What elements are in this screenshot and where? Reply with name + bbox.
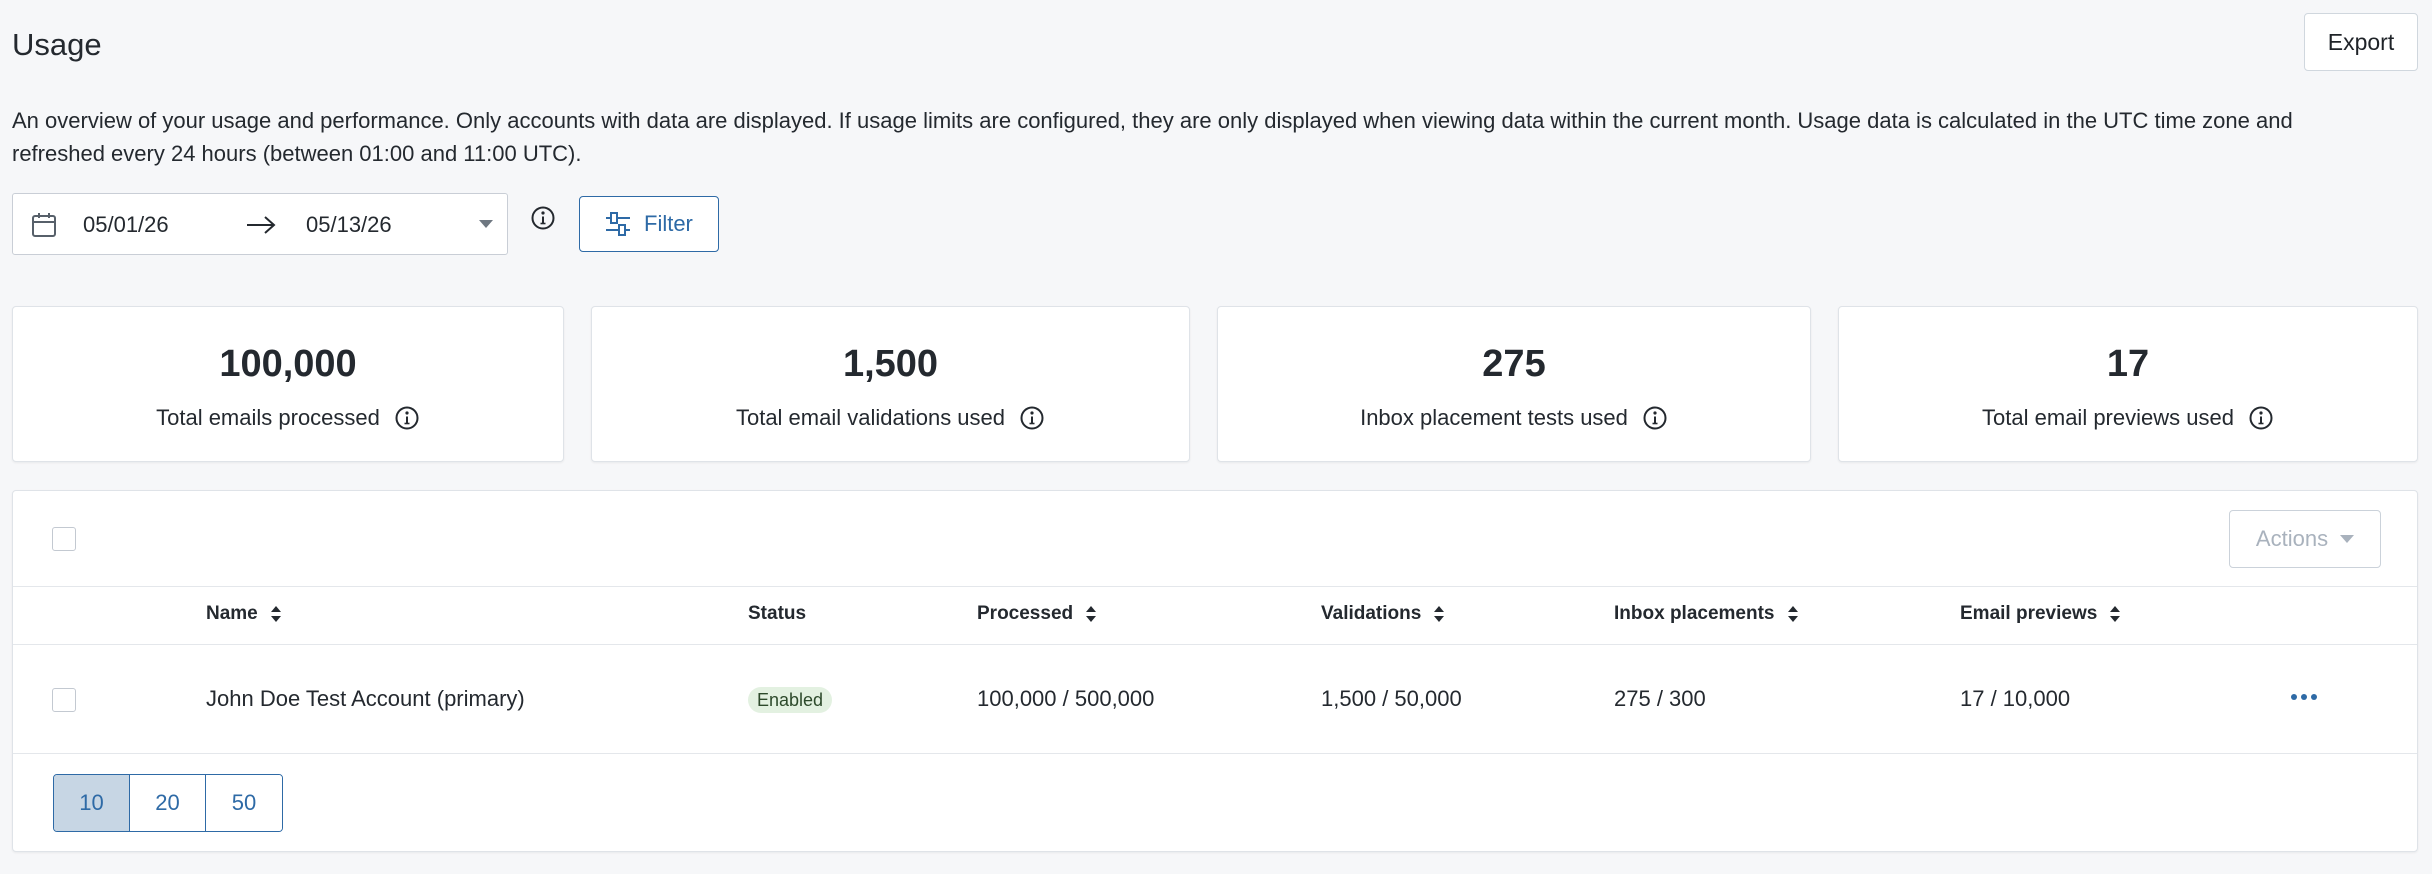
stat-label: Total email previews used	[1982, 405, 2234, 430]
email-previews-value: 17 / 10,000	[1960, 686, 2071, 711]
column-header-label: Validations	[1321, 603, 1422, 624]
chevron-down-icon	[2340, 535, 2355, 543]
chevron-down-icon[interactable]	[479, 220, 493, 228]
export-button[interactable]: Export	[2304, 13, 2418, 71]
validations-value: 1,500 / 50,000	[1321, 686, 1462, 711]
info-icon[interactable]	[1642, 405, 1668, 431]
status-badge: Enabled	[748, 687, 833, 713]
divider	[13, 644, 2417, 645]
sort-icon	[1434, 606, 1445, 622]
stat-label-row: Total email previews used	[1839, 405, 2417, 431]
column-header-label: Processed	[977, 603, 1074, 624]
actions-button[interactable]: Actions	[2229, 510, 2381, 568]
filter-button[interactable]: Filter	[579, 196, 719, 252]
stat-label: Total email validations used	[735, 405, 1006, 430]
more-options-icon[interactable]	[2289, 691, 2319, 703]
page-description: An overview of your usage and performanc…	[12, 108, 2293, 166]
info-icon[interactable]	[2248, 405, 2274, 431]
page-size-50-button[interactable]: 50	[206, 775, 282, 831]
column-header-label: Inbox placements	[1614, 603, 1775, 624]
stat-label-row: Total emails processed	[13, 405, 563, 431]
filter-sliders-icon	[606, 212, 630, 236]
page-size-selector: 10 20 50	[53, 774, 283, 832]
info-icon[interactable]	[530, 205, 556, 231]
end-date-input[interactable]: 05/13/26	[306, 212, 392, 238]
stat-value: 17	[2106, 343, 2150, 385]
column-header-validations[interactable]: Validations	[1321, 603, 1445, 625]
info-icon[interactable]	[1019, 405, 1045, 431]
column-header-processed[interactable]: Processed	[977, 603, 1097, 625]
column-header-label: Status	[748, 603, 807, 624]
column-header-label: Email previews	[1960, 603, 2098, 624]
divider	[13, 586, 2417, 587]
calendar-icon	[32, 213, 56, 237]
stat-card-email-previews: 17 Total email previews used	[1838, 306, 2418, 462]
column-header-inbox-placements[interactable]: Inbox placements	[1614, 603, 1799, 625]
sort-icon	[270, 606, 281, 622]
stat-label-row: Inbox placement tests used	[1218, 405, 1810, 431]
stat-label-row: Total email validations used	[592, 405, 1189, 431]
inbox-placements-value: 275 / 300	[1614, 686, 1706, 711]
stat-value: 100,000	[219, 343, 357, 385]
page-size-10-button[interactable]: 10	[54, 775, 130, 831]
stat-card-email-validations: 1,500 Total email validations used	[591, 306, 1190, 462]
column-header-label: Name	[206, 603, 258, 624]
column-header-status: Status	[748, 603, 806, 625]
info-icon[interactable]	[394, 405, 420, 431]
account-name[interactable]: John Doe Test Account (primary)	[206, 686, 525, 712]
select-all-checkbox[interactable]	[52, 527, 76, 551]
stat-value: 1,500	[842, 343, 939, 385]
stat-label: Inbox placement tests used	[1360, 405, 1628, 430]
filter-button-label: Filter	[644, 211, 693, 236]
column-header-name[interactable]: Name	[206, 603, 282, 625]
date-range-picker[interactable]: 05/01/26 05/13/26	[12, 193, 508, 255]
sort-icon	[1787, 606, 1798, 622]
row-checkbox[interactable]	[52, 688, 76, 712]
page-title: Usage	[12, 27, 102, 62]
accounts-table: Actions Name Status Processed Validation…	[12, 490, 2418, 852]
sort-icon	[1086, 606, 1097, 622]
start-date-input[interactable]: 05/01/26	[83, 212, 169, 238]
column-header-email-previews[interactable]: Email previews	[1960, 603, 2121, 625]
divider	[13, 753, 2417, 754]
sort-icon	[2110, 606, 2121, 622]
page-size-20-button[interactable]: 20	[130, 775, 206, 831]
processed-value: 100,000 / 500,000	[977, 686, 1155, 711]
arrow-right-icon	[247, 216, 276, 234]
usage-page: Usage Export An overview of your usage a…	[0, 0, 2432, 874]
stat-card-emails-processed: 100,000 Total emails processed	[12, 306, 564, 462]
actions-button-label: Actions	[2255, 526, 2329, 551]
stat-card-inbox-placement: 275 Inbox placement tests used	[1217, 306, 1811, 462]
stat-value: 275	[1482, 343, 1546, 385]
stat-label: Total emails processed	[156, 405, 380, 430]
